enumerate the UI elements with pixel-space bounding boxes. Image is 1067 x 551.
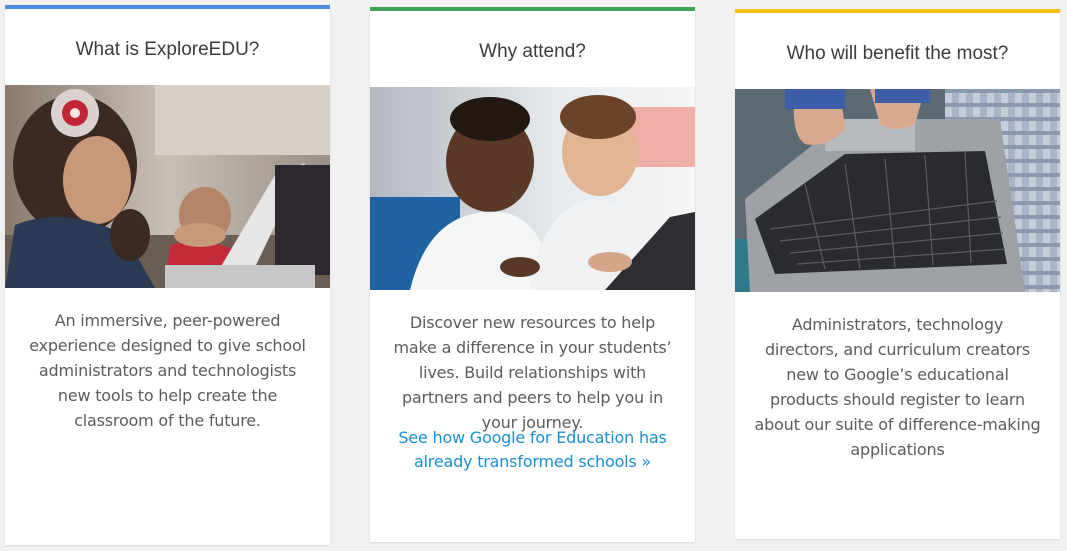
card-accent-bar xyxy=(735,9,1060,13)
card-accent-bar xyxy=(370,7,695,11)
card-description: An immersive, peer-powered experience de… xyxy=(29,311,306,430)
card-title: Why attend? xyxy=(479,41,586,62)
card-description: Discover new resources to help make a di… xyxy=(393,313,672,432)
transformed-schools-link[interactable]: See how Google for Education has already… xyxy=(388,426,677,474)
card-accent-bar xyxy=(5,5,330,9)
students-sharing-laptop-photo xyxy=(370,87,695,290)
card-who-will-benefit: Who will benefit the most? Administrator… xyxy=(735,9,1060,539)
card-title: Who will benefit the most? xyxy=(786,43,1009,64)
hands-on-laptop-keyboard-photo xyxy=(735,89,1060,292)
children-using-chromebooks-photo xyxy=(5,85,330,288)
card-why-attend: Why attend? Discover new resources to he… xyxy=(370,7,695,542)
card-description: Administrators, technology directors, an… xyxy=(754,315,1041,459)
card-title: What is ExploreEDU? xyxy=(75,39,260,60)
card-what-is-exploreedu: What is ExploreEDU? An immersive, peer-p… xyxy=(5,5,330,545)
